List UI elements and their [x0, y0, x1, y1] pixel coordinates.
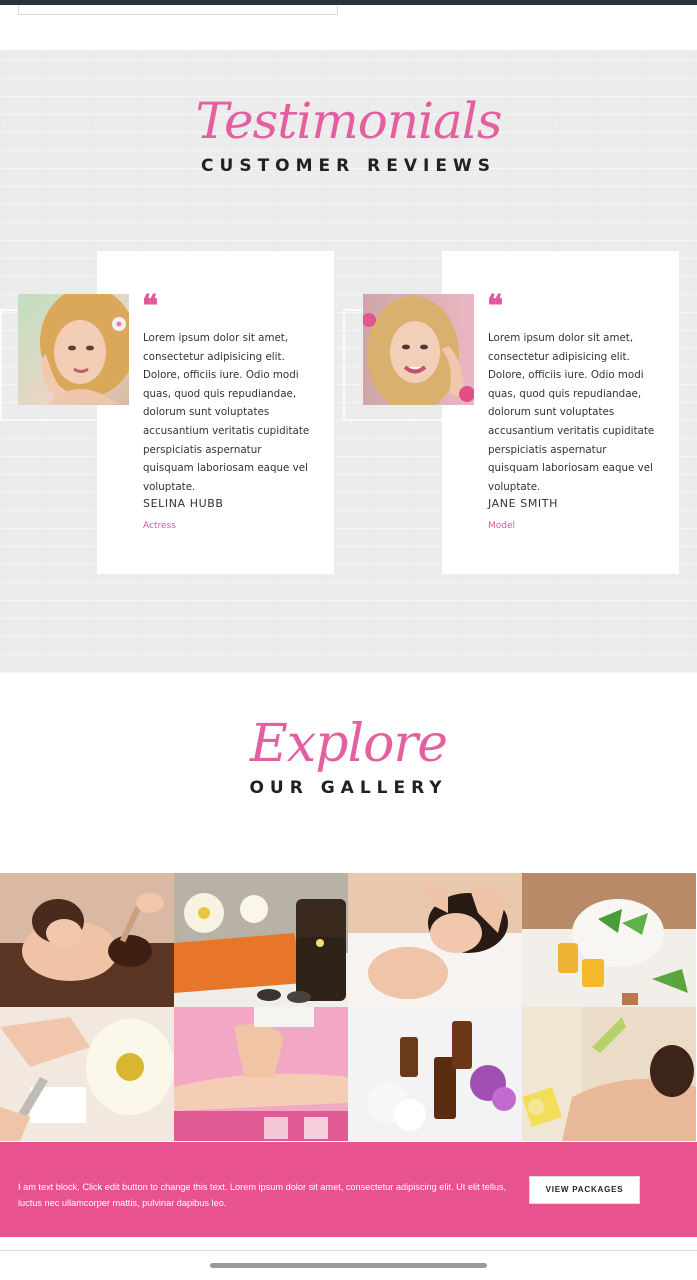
- testimonial-name-1: SELINA HUBB: [143, 497, 224, 510]
- footer-divider: [0, 1250, 697, 1251]
- gallery-photo-6[interactable]: [174, 1007, 348, 1141]
- selina-hubb-avatar: [18, 294, 129, 405]
- gallery-photo-5[interactable]: [0, 1007, 174, 1141]
- quote-icon: ❝: [142, 289, 159, 324]
- top-input-field-edge[interactable]: [18, 5, 338, 15]
- quote-icon: ❝: [487, 289, 504, 324]
- herbal-mortar-oils-photo: [522, 873, 696, 1007]
- testimonial-role-1: Actress: [143, 521, 176, 531]
- testimonial-text-2: Lorem ipsum dolor sit amet, consectetur …: [488, 332, 655, 493]
- our-gallery-heading: OUR GALLERY: [249, 778, 448, 798]
- cta-text-block: I am text block. Click edit button to ch…: [18, 1182, 507, 1208]
- customer-reviews-heading: CUSTOMER REVIEWS: [201, 156, 496, 176]
- home-indicator[interactable]: [210, 1263, 487, 1268]
- cta-banner: I am text block. Click edit button to ch…: [0, 1142, 697, 1237]
- gallery-photo-3[interactable]: [348, 873, 522, 1007]
- gallery-photo-8[interactable]: [522, 1007, 696, 1141]
- jane-smith-avatar: [363, 294, 474, 405]
- gallery-photo-7[interactable]: [348, 1007, 522, 1141]
- spa-chocolate-massage-photo: [0, 873, 174, 1007]
- testimonials-script-title: Testimonials: [195, 92, 503, 150]
- facial-massage-photo: [348, 873, 522, 1007]
- testimonial-role-2: Model: [488, 521, 516, 531]
- manicure-flower-photo: [0, 1007, 174, 1141]
- view-packages-button[interactable]: VIEW PACKAGES: [529, 1176, 640, 1204]
- gallery-script-title: Explore: [249, 714, 448, 774]
- testimonial-name-2: JANE SMITH: [488, 497, 558, 510]
- leg-waxing-candles-photo: [174, 1007, 348, 1141]
- gallery-photo-4[interactable]: [522, 873, 696, 1007]
- candles-orchids-towels-photo: [174, 873, 348, 1007]
- gallery-grid: [0, 873, 697, 1142]
- gallery-photo-2[interactable]: [174, 873, 348, 1007]
- back-massage-oil-photo: [522, 1007, 696, 1141]
- gallery-photo-1[interactable]: [0, 873, 174, 1007]
- testimonial-text-1: Lorem ipsum dolor sit amet, consectetur …: [143, 332, 310, 493]
- essential-oil-bottles-photo: [348, 1007, 522, 1141]
